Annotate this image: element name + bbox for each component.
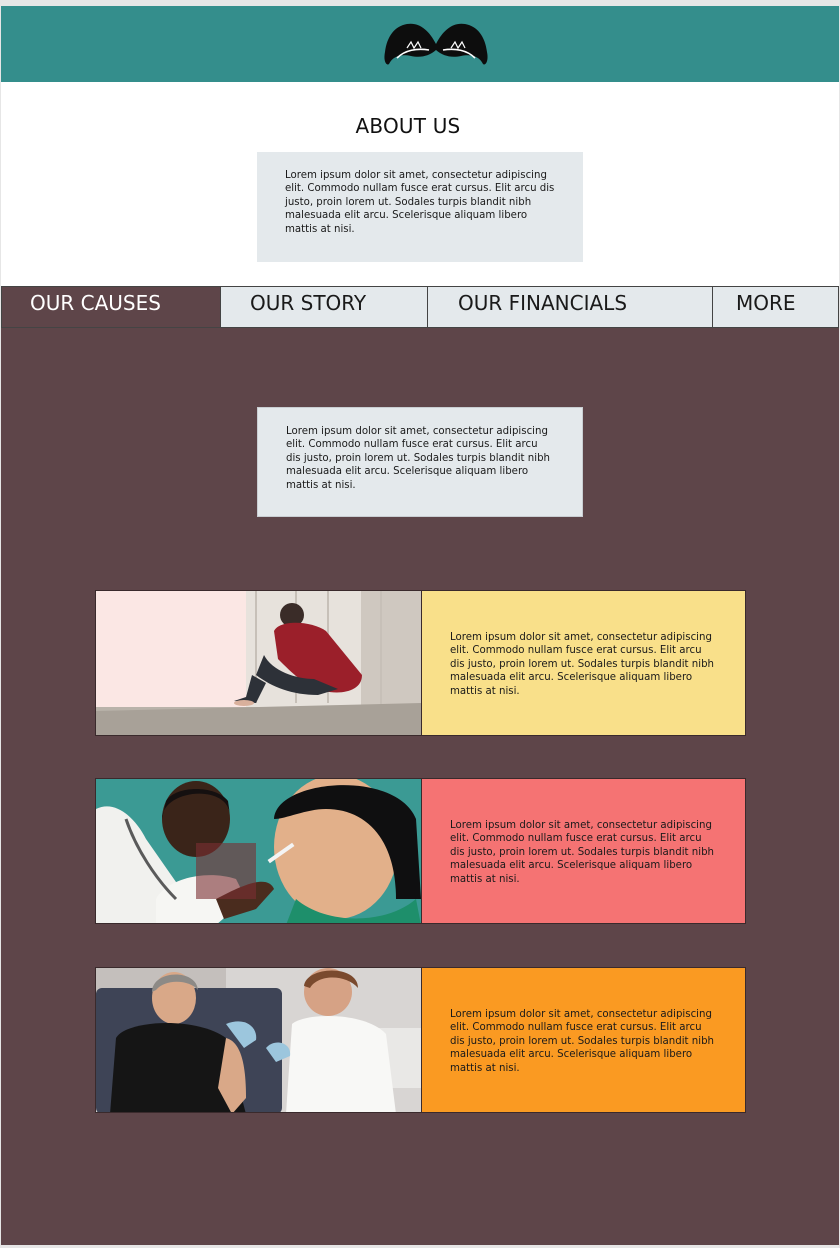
about-title: ABOUT US: [355, 114, 461, 138]
nurse-arm-injection-photo: [96, 968, 421, 1112]
mustache-icon[interactable]: [383, 22, 489, 66]
tab-our-story[interactable]: OUR STORY: [220, 286, 427, 328]
causes-section: Lorem ipsum dolor sit amet, consectetur …: [1, 328, 839, 1245]
cause-card-text: Lorem ipsum dolor sit amet, consectetur …: [421, 779, 745, 923]
cause-card[interactable]: Lorem ipsum dolor sit amet, consectetur …: [95, 590, 746, 736]
tab-more[interactable]: MORE: [712, 286, 839, 328]
cause-card[interactable]: Lorem ipsum dolor sit amet, consectetur …: [95, 967, 746, 1113]
tab-our-causes[interactable]: OUR CAUSES: [1, 286, 220, 328]
tab-bar: OUR CAUSES OUR STORY OUR FINANCIALS MORE: [1, 286, 839, 329]
cause-card-text: Lorem ipsum dolor sit amet, consectetur …: [421, 968, 745, 1112]
cause-card[interactable]: Lorem ipsum dolor sit amet, consectetur …: [95, 778, 746, 924]
about-text-box: Lorem ipsum dolor sit amet, consectetur …: [257, 152, 583, 262]
tab-our-financials[interactable]: OUR FINANCIALS: [427, 286, 712, 328]
sad-man-sitting-photo: [96, 591, 421, 735]
header-bar: [1, 6, 839, 82]
doctor-nasal-vaccine-photo: [96, 779, 421, 923]
cause-card-text: Lorem ipsum dolor sit amet, consectetur …: [421, 591, 745, 735]
page: ABOUT US Lorem ipsum dolor sit amet, con…: [1, 6, 839, 1245]
causes-intro-box: Lorem ipsum dolor sit amet, consectetur …: [257, 407, 583, 517]
